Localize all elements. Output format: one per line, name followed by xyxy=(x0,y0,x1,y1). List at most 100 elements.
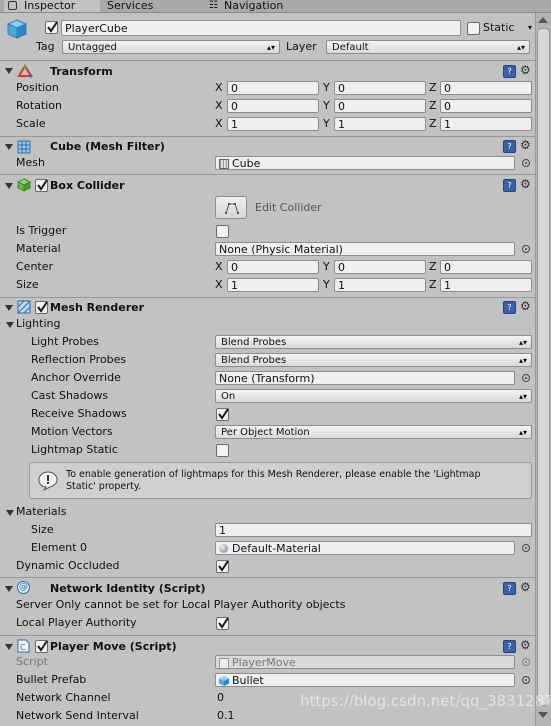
help-icon[interactable]: ? xyxy=(503,140,516,153)
tag-label: Tag xyxy=(36,40,55,53)
cast-shadows-dropdown[interactable]: On ▴▾ xyxy=(215,389,532,403)
reflection-probes-dropdown[interactable]: Blend Probes ▴▾ xyxy=(215,353,532,367)
scrollbar-thumb[interactable] xyxy=(537,28,550,706)
navigation-icon: ☷ xyxy=(209,0,218,11)
static-dropdown-arrow[interactable]: ▾ xyxy=(528,21,534,35)
receive-shadows-checkbox[interactable] xyxy=(216,408,229,421)
help-icon[interactable]: ? xyxy=(503,65,516,78)
tag-dropdown[interactable]: Untagged ▴▾ xyxy=(62,40,280,54)
center-y-field[interactable]: 0 xyxy=(334,260,426,274)
mesh-renderer-enabled-checkbox[interactable] xyxy=(35,301,48,314)
player-move-title: Player Move (Script) xyxy=(50,640,177,653)
static-checkbox[interactable] xyxy=(467,22,480,35)
gear-icon[interactable]: ⚙ xyxy=(520,139,531,151)
gear-icon[interactable]: ⚙ xyxy=(520,64,531,76)
axis-y-label: Y xyxy=(323,81,330,94)
foldout-arrow-icon[interactable] xyxy=(5,586,13,592)
scroll-up-arrow-icon[interactable] xyxy=(538,17,548,23)
motion-vectors-label: Motion Vectors xyxy=(31,425,113,438)
gear-icon[interactable]: ⚙ xyxy=(520,639,531,651)
dynamic-occluded-checkbox[interactable] xyxy=(216,560,229,573)
box-collider-header[interactable]: Box Collider ? ⚙ xyxy=(0,176,535,194)
updown-arrow-icon: ▴▾ xyxy=(518,428,527,437)
scale-z-field[interactable]: 1 xyxy=(440,117,532,131)
bullet-prefab-field[interactable]: Bullet xyxy=(215,673,515,687)
foldout-arrow-icon[interactable] xyxy=(5,144,13,150)
tab-navigation[interactable]: ☷ Navigation xyxy=(205,0,305,12)
gear-icon[interactable]: ⚙ xyxy=(520,178,531,190)
dynamic-occluded-label: Dynamic Occluded xyxy=(16,559,120,572)
divider xyxy=(0,174,535,175)
reflection-probes-value: Blend Probes xyxy=(221,355,287,366)
active-checkbox[interactable] xyxy=(45,21,58,34)
script-value: PlayerMove xyxy=(232,656,296,669)
foldout-arrow-icon[interactable] xyxy=(5,68,13,74)
materials-size-field[interactable]: 1 xyxy=(215,523,532,537)
object-picker-icon[interactable] xyxy=(522,374,530,382)
rotation-y-field[interactable]: 0 xyxy=(334,99,426,113)
help-icon[interactable]: ? xyxy=(503,640,516,653)
edit-collider-button[interactable] xyxy=(215,196,247,219)
mesh-filter-header[interactable]: Cube (Mesh Filter) ? ⚙ xyxy=(0,138,535,156)
lighting-label[interactable]: Lighting xyxy=(16,317,60,331)
help-icon[interactable]: ? xyxy=(503,582,516,595)
updown-arrow-icon: ▴▾ xyxy=(266,43,275,52)
position-x-field[interactable]: 0 xyxy=(227,81,319,95)
updown-arrow-icon: ▴▾ xyxy=(518,338,527,347)
size-z-field[interactable]: 1 xyxy=(440,278,532,292)
is-trigger-checkbox[interactable] xyxy=(216,225,229,238)
size-x-field[interactable]: 1 xyxy=(227,278,319,292)
transform-header[interactable]: Transform ? ⚙ xyxy=(0,62,535,80)
layer-dropdown[interactable]: Default ▴▾ xyxy=(326,40,530,54)
rotation-z-field[interactable]: 0 xyxy=(440,99,532,113)
light-probes-dropdown[interactable]: Blend Probes ▴▾ xyxy=(215,335,532,349)
local-player-authority-checkbox[interactable] xyxy=(216,617,229,630)
player-move-enabled-checkbox[interactable] xyxy=(35,640,48,653)
material-field[interactable]: None (Physic Material) xyxy=(215,242,515,256)
foldout-arrow-icon[interactable] xyxy=(5,644,13,650)
mesh-renderer-header[interactable]: Mesh Renderer ? ⚙ xyxy=(0,298,535,316)
rotation-x-field[interactable]: 0 xyxy=(227,99,319,113)
scale-y-field[interactable]: 1 xyxy=(334,117,426,131)
element0-label: Element 0 xyxy=(31,541,88,554)
materials-foldout-arrow-icon[interactable] xyxy=(6,510,14,516)
center-x-field[interactable]: 0 xyxy=(227,260,319,274)
network-identity-header[interactable]: @ Network Identity (Script) ? ⚙ xyxy=(0,579,535,597)
mesh-filter-icon xyxy=(17,140,31,157)
cast-shadows-value: On xyxy=(221,391,236,402)
object-picker-icon[interactable] xyxy=(522,676,530,684)
motion-vectors-dropdown[interactable]: Per Object Motion ▴▾ xyxy=(215,425,532,439)
object-picker-icon[interactable] xyxy=(522,159,530,167)
object-picker-icon[interactable] xyxy=(522,544,530,552)
tab-services[interactable]: Services xyxy=(103,0,183,12)
gear-icon[interactable]: ⚙ xyxy=(520,581,531,593)
anchor-override-field[interactable]: None (Transform) xyxy=(215,371,515,385)
scroll-down-arrow-icon[interactable] xyxy=(538,712,548,718)
element0-value: Default-Material xyxy=(232,542,321,555)
script-label: Script xyxy=(16,655,48,668)
box-collider-enabled-checkbox[interactable] xyxy=(35,179,48,192)
gear-icon[interactable]: ⚙ xyxy=(520,300,531,312)
lightmap-static-checkbox[interactable] xyxy=(216,444,229,457)
position-z-field[interactable]: 0 xyxy=(440,81,532,95)
help-icon[interactable]: ? xyxy=(503,301,516,314)
center-z-field[interactable]: 0 xyxy=(440,260,532,274)
divider xyxy=(0,136,535,137)
scale-x-field[interactable]: 1 xyxy=(227,117,319,131)
player-move-header[interactable]: C Player Move (Script) ? ⚙ xyxy=(0,637,535,655)
foldout-arrow-icon[interactable] xyxy=(5,183,13,189)
size-label: Size xyxy=(16,278,39,291)
tab-inspector[interactable]: Inspector xyxy=(4,0,100,12)
object-picker-icon[interactable] xyxy=(522,245,530,253)
size-y-field[interactable]: 1 xyxy=(334,278,426,292)
position-y-field[interactable]: 0 xyxy=(334,81,426,95)
element0-field[interactable]: Default-Material xyxy=(215,541,515,555)
materials-label[interactable]: Materials xyxy=(16,505,66,519)
object-name-field[interactable]: PlayerCube xyxy=(61,20,461,36)
axis-y-label: Y xyxy=(323,117,330,130)
help-icon[interactable]: ? xyxy=(503,179,516,192)
lighting-foldout-arrow-icon[interactable] xyxy=(6,322,14,328)
mesh-field[interactable]: Cube xyxy=(215,156,515,170)
axis-y-label: Y xyxy=(323,278,330,291)
foldout-arrow-icon[interactable] xyxy=(5,305,13,311)
